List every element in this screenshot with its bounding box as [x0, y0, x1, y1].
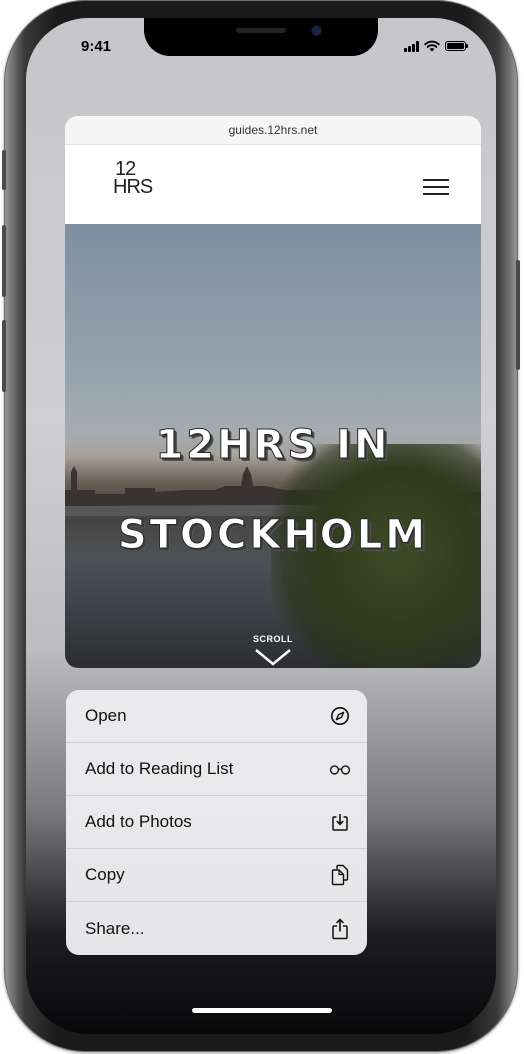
hero-title-line-2: STOCKHOLM	[117, 512, 429, 559]
site-logo: 12 HRS	[113, 159, 153, 211]
phone-frame: 9:41 guides.12hrs.net 12 HRS 12HRS IN ST…	[2, 0, 520, 1052]
silent-switch	[2, 150, 6, 190]
share-icon	[329, 917, 351, 940]
home-indicator[interactable]	[192, 1008, 332, 1013]
volume-down-button	[2, 320, 6, 392]
compass-icon	[329, 705, 351, 727]
volume-up-button	[2, 225, 6, 297]
glasses-icon	[329, 758, 351, 780]
menu-item-label: Add to Reading List	[85, 759, 234, 778]
power-button	[516, 260, 520, 370]
url-text: guides.12hrs.net	[228, 123, 318, 137]
menu-item-add-to-photos[interactable]: Add to Photos	[66, 796, 367, 849]
cellular-signal-icon	[404, 40, 419, 52]
front-camera	[312, 26, 321, 35]
menu-item-label: Open	[85, 706, 127, 725]
link-preview-card[interactable]: guides.12hrs.net 12 HRS 12HRS IN STOCKHO	[65, 116, 481, 668]
menu-item-label: Add to Photos	[85, 812, 192, 831]
menu-item-label: Copy	[85, 865, 125, 884]
wifi-icon	[424, 40, 440, 52]
context-menu: Open Add to Reading List Add to Photos C…	[66, 690, 367, 955]
menu-item-copy[interactable]: Copy	[66, 849, 367, 902]
speaker	[236, 28, 286, 33]
status-icons	[404, 40, 468, 52]
site-header: 12 HRS	[65, 145, 481, 224]
hero-title-line-1: 12HRS IN	[155, 422, 391, 469]
url-bar: guides.12hrs.net	[65, 116, 481, 145]
hero-image: 12HRS IN STOCKHOLM SCROLL	[65, 224, 481, 668]
logo-line-2: HRS	[113, 176, 153, 198]
battery-icon	[445, 41, 468, 51]
menu-item-label: Share...	[85, 918, 145, 938]
status-time: 9:41	[81, 38, 112, 55]
hamburger-menu-icon	[423, 179, 449, 195]
chevron-down-icon	[255, 649, 291, 666]
notch	[144, 18, 378, 56]
screen: 9:41 guides.12hrs.net 12 HRS 12HRS IN ST…	[26, 18, 496, 1034]
download-tray-icon	[329, 811, 351, 833]
scroll-label: SCROLL	[253, 634, 293, 644]
menu-item-add-to-reading-list[interactable]: Add to Reading List	[66, 743, 367, 796]
menu-item-share[interactable]: Share...	[66, 902, 367, 955]
menu-item-open[interactable]: Open	[66, 690, 367, 743]
copy-icon	[329, 864, 351, 886]
